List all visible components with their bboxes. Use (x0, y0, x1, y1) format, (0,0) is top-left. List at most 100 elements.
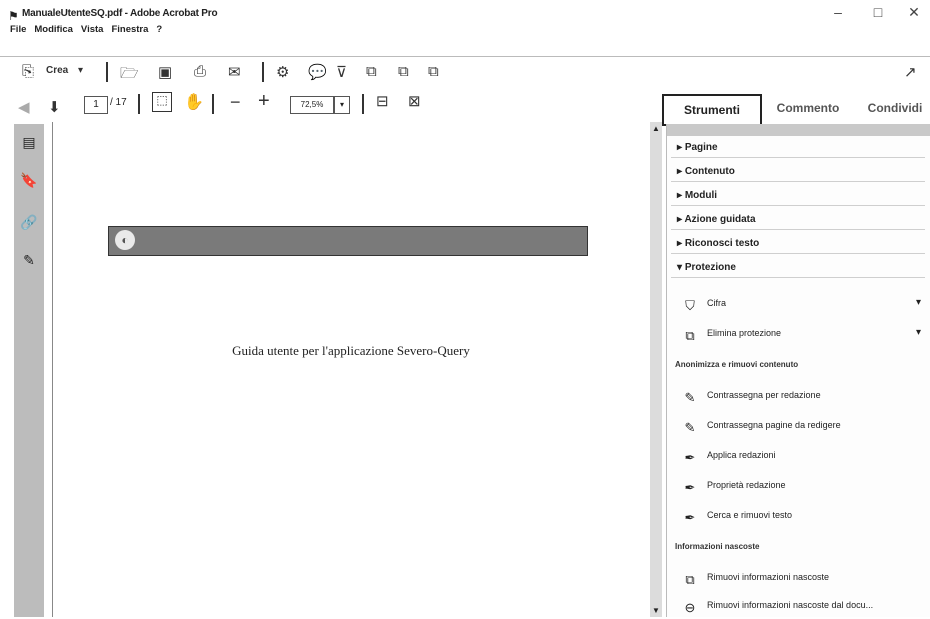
print-icon[interactable]: ⎙ (194, 63, 206, 83)
tab-commento[interactable]: Commento (764, 94, 852, 122)
share-file-icon[interactable]: ⧉ (398, 63, 409, 83)
tool-label: Applica redazioni (707, 450, 776, 460)
search-remove-icon: ✒ (684, 509, 696, 525)
stamp-icon[interactable]: ⊽ (336, 63, 347, 83)
acrobat-app-icon: ⚑ (8, 9, 19, 23)
menu-modifica[interactable]: Modifica (34, 24, 73, 35)
document-viewer[interactable] (52, 122, 652, 617)
tool-label: Rimuovi informazioni nascoste dal docu..… (707, 600, 874, 610)
tool-cifra[interactable]: ⛉ Cifra ▾ (681, 292, 925, 314)
tool-proprieta-redazione[interactable]: ✒ Proprietà redazione (681, 474, 925, 496)
toolbar-separator (362, 94, 364, 114)
panel-tabs: Strumenti Commento Condividi (660, 86, 930, 126)
expand-icon[interactable]: ↗ (904, 63, 917, 83)
email-icon[interactable]: ✉ (228, 63, 241, 83)
section-label: Riconosci testo (684, 238, 760, 249)
tools-panel: ▸ Pagine ▸ Contenuto ▸ Moduli ▸ Azione g… (666, 124, 930, 617)
tool-label: Contrassegna per redazione (707, 390, 821, 400)
close-button[interactable]: ✕ (902, 4, 926, 21)
menu-vista[interactable]: Vista (81, 24, 104, 35)
toolbar-separator (212, 94, 214, 114)
tab-strumenti[interactable]: Strumenti (662, 94, 762, 126)
chevron-right-icon: ▸ (677, 190, 685, 201)
create-dropdown-icon[interactable]: ▾ (78, 65, 83, 85)
company-logo-icon: ◐ (115, 230, 135, 250)
page-number-input[interactable]: 1 (84, 96, 108, 114)
minimize-button[interactable]: – (826, 4, 850, 20)
menu-help[interactable]: ? (156, 24, 162, 35)
tool-label: Cerca e rimuovi testo (707, 510, 793, 520)
tool-contrassegna-redazione[interactable]: ✎ Contrassegna per redazione (681, 384, 925, 406)
chevron-down-icon: ▾ (677, 262, 685, 273)
section-label: Moduli (684, 190, 718, 201)
navigation-pane: ▤ 🔖 🔗 ✎ (14, 124, 44, 617)
comment-icon[interactable]: 💬 (308, 63, 327, 83)
menu-finestra[interactable]: Finestra (111, 24, 148, 35)
section-riconosci-testo[interactable]: ▸ Riconosci testo (671, 234, 925, 254)
tab-condividi[interactable]: Condividi (860, 94, 930, 122)
scroll-down-icon[interactable]: ▼ (652, 606, 660, 615)
remove-hidden-doc-icon: ⊖ (684, 599, 696, 615)
chevron-right-icon: ▸ (677, 166, 685, 177)
zoom-dropdown-icon[interactable]: ▾ (334, 96, 350, 114)
tool-elimina-protezione[interactable]: ⧉ Elimina protezione ▾ (681, 322, 925, 344)
toolbar-separator (106, 62, 108, 82)
send-file-icon[interactable]: ⧉ (428, 63, 439, 83)
document-scrollbar[interactable]: ▲ ▼ (650, 122, 662, 617)
tool-label: Rimuovi informazioni nascoste (707, 572, 830, 582)
chevron-down-icon[interactable]: ▾ (916, 322, 921, 344)
document-heading: Guida utente per l'applicazione Severo-Q… (232, 343, 470, 358)
scroll-up-icon[interactable]: ▲ (652, 124, 660, 133)
hand-tool-icon[interactable]: ✋ (184, 92, 204, 112)
chevron-down-icon[interactable]: ▾ (916, 292, 921, 314)
save-icon[interactable]: ▣ (158, 63, 172, 83)
tool-cerca-rimuovi-testo[interactable]: ✒ Cerca e rimuovi testo (681, 504, 925, 526)
document-header-banner: ◐ (108, 226, 588, 256)
shield-icon: ⛉ (685, 297, 695, 313)
tool-rimuovi-informazioni-nascoste-doc[interactable]: ⊖ Rimuovi informazioni nascoste dal docu.… (681, 594, 925, 616)
section-pagine[interactable]: ▸ Pagine (671, 138, 925, 158)
settings-icon[interactable]: ⚙ (276, 63, 289, 83)
redaction-properties-icon: ✒ (684, 479, 696, 495)
window-title: ManualeUtenteSQ.pdf - Adobe Acrobat Pro (22, 8, 218, 19)
section-contenuto[interactable]: ▸ Contenuto (671, 162, 925, 182)
tool-applica-redazioni[interactable]: ✒ Applica redazioni (681, 444, 925, 466)
tool-contrassegna-pagine[interactable]: ✎ Contrassegna pagine da redigere (681, 414, 925, 436)
main-toolbar: ⎘ Crea ▾ 🗁 ▣ ⎙ ✉ ⚙ 💬 ⊽ ⧉ ⧉ ⧉ ↗ (0, 56, 930, 87)
create-button[interactable]: Crea (46, 65, 68, 85)
toolbar-separator (262, 62, 264, 82)
attachments-icon[interactable]: 🔗 (18, 214, 40, 236)
zoom-input[interactable]: 72,5% (290, 96, 334, 114)
select-tool-icon[interactable]: ⬚ (152, 92, 172, 112)
group-label-redaction: Anonimizza e rimuovi contenuto (675, 360, 799, 369)
create-icon[interactable]: ⎘ (22, 63, 34, 83)
review-icon[interactable]: ⧉ (366, 63, 377, 83)
remove-hidden-icon: ⧉ (685, 571, 695, 587)
next-page-icon[interactable]: ⬇ (48, 98, 61, 118)
group-label-hidden-info: Informazioni nascoste (675, 542, 760, 551)
fit-page-icon[interactable]: ⊟ (376, 92, 389, 112)
section-label: Protezione (684, 262, 736, 273)
tool-label: Contrassegna pagine da redigere (707, 420, 841, 430)
maximize-button[interactable]: □ (866, 4, 890, 20)
open-folder-icon[interactable]: 🗁 (120, 63, 139, 83)
signatures-icon[interactable]: ✎ (18, 252, 40, 274)
section-label: Pagine (684, 142, 718, 153)
prev-page-icon[interactable]: ◀ (18, 98, 30, 118)
section-moduli[interactable]: ▸ Moduli (671, 186, 925, 206)
page-thumbnails-icon[interactable]: ▤ (18, 134, 40, 156)
zoom-out-icon[interactable]: − (230, 92, 241, 112)
section-label: Contenuto (684, 166, 735, 177)
mark-pages-icon: ✎ (684, 419, 696, 435)
section-protezione[interactable]: ▾ Protezione (671, 258, 925, 278)
chevron-right-icon: ▸ (677, 142, 685, 153)
page-total: / 17 (110, 97, 127, 108)
zoom-in-icon[interactable]: + (258, 90, 270, 112)
unlock-doc-icon: ⧉ (685, 327, 695, 343)
menu-file[interactable]: File (10, 24, 26, 35)
section-azione-guidata[interactable]: ▸ Azione guidata (671, 210, 925, 230)
tool-rimuovi-informazioni-nascoste[interactable]: ⧉ Rimuovi informazioni nascoste (681, 566, 925, 588)
section-label: Azione guidata (684, 214, 756, 225)
bookmarks-icon[interactable]: 🔖 (18, 172, 40, 194)
full-screen-icon[interactable]: ⊠ (408, 92, 421, 112)
